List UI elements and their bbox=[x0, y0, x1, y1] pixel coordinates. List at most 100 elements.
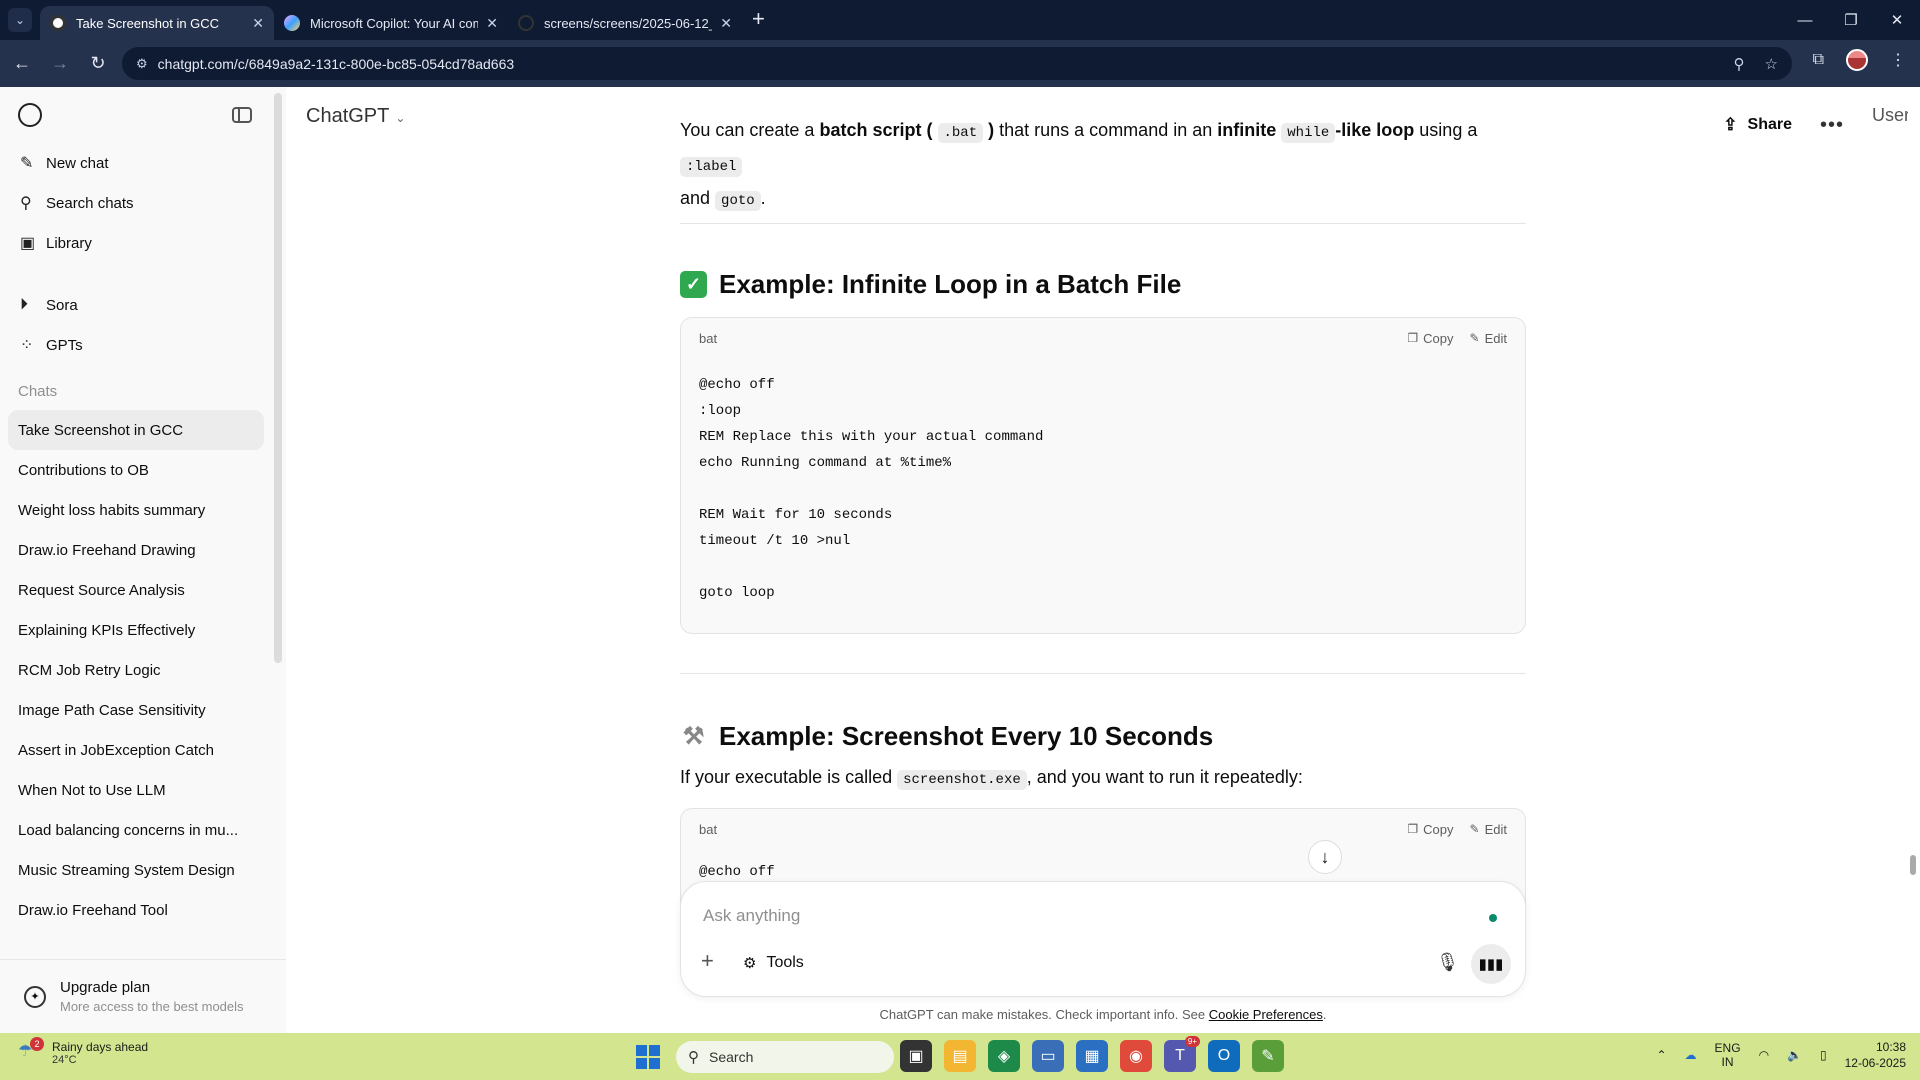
tab-title: Take Screenshot in GCC bbox=[76, 15, 220, 31]
code-line: REM Replace this with your actual comman… bbox=[699, 429, 1044, 445]
edit-code-button[interactable]: ✎ Edit bbox=[1470, 331, 1507, 346]
chatgpt-favicon-icon bbox=[50, 15, 66, 31]
chevron-up-icon[interactable]: ⌃ bbox=[1656, 1048, 1666, 1062]
chat-history-item[interactable]: Draw.io Freehand Drawing bbox=[8, 530, 264, 570]
intro-paragraph: You can create a batch script ( .bat ) t… bbox=[680, 120, 1478, 211]
tab-title: screens/screens/2025-06-12_0 bbox=[544, 15, 713, 31]
chrome-icon[interactable]: ◉ bbox=[1120, 1040, 1152, 1072]
reload-icon[interactable]: ↻ bbox=[82, 48, 114, 80]
sidebar-scrollbar[interactable] bbox=[274, 93, 282, 663]
divider bbox=[680, 673, 1526, 674]
scroll-to-bottom-button[interactable]: ↓ bbox=[1308, 840, 1342, 874]
language-indicator[interactable]: ENG IN bbox=[1715, 1041, 1741, 1069]
microphone-icon[interactable]: 🎙 bbox=[1436, 952, 1459, 973]
new-tab-icon[interactable]: + bbox=[752, 6, 765, 32]
site-info-icon[interactable]: ⚙ bbox=[136, 56, 148, 72]
close-window-icon[interactable]: ✕ bbox=[1874, 0, 1920, 40]
model-selector[interactable]: ChatGPT ⌄ bbox=[306, 105, 405, 128]
more-options-icon[interactable]: ••• bbox=[1820, 114, 1844, 137]
sidebar-item-library[interactable]: ▣ Library bbox=[0, 223, 286, 263]
bookmark-star-icon[interactable]: ☆ bbox=[1765, 55, 1778, 73]
sidebar-item-label: GPTs bbox=[46, 336, 83, 354]
extensions-icon[interactable]: ⧉ bbox=[1813, 51, 1824, 69]
chat-history-item[interactable]: Draw.io Freehand Tool bbox=[8, 890, 264, 930]
zoom-icon[interactable]: ⚲ bbox=[1734, 55, 1745, 73]
forward-icon[interactable]: → bbox=[44, 48, 76, 80]
close-tab-icon[interactable]: ✕ bbox=[252, 15, 264, 32]
wifi-icon[interactable]: ◠ bbox=[1759, 1048, 1769, 1062]
clock[interactable]: 10:38 12-06-2025 bbox=[1845, 1039, 1906, 1071]
chat-history-item[interactable]: Request Source Analysis bbox=[8, 570, 264, 610]
tab-search-dropdown-button[interactable]: ⌄ bbox=[8, 8, 32, 32]
chat-history-item[interactable]: Image Path Case Sensitivity bbox=[8, 690, 264, 730]
message-composer[interactable]: Ask anything + ⚙ Tools 🎙 ▮▮▮ bbox=[680, 881, 1526, 997]
file-explorer-icon[interactable]: ▤ bbox=[944, 1040, 976, 1072]
onedrive-cloud-icon[interactable]: ☁ bbox=[1685, 1048, 1697, 1062]
task-view-icon[interactable]: ▣ bbox=[900, 1040, 932, 1072]
chat-history-item[interactable]: Load balancing concerns in mu... bbox=[8, 810, 264, 850]
notepad-app-icon[interactable]: ✎ bbox=[1252, 1040, 1284, 1072]
sidebar-item-label: Sora bbox=[46, 296, 78, 314]
weather-widget[interactable]: ☂ 2 Rainy days ahead 24°C bbox=[18, 1037, 148, 1066]
add-attachment-icon[interactable]: + bbox=[701, 948, 714, 974]
teams-icon[interactable]: T 9+ bbox=[1164, 1036, 1200, 1072]
sidebar-item-gpts[interactable]: ⁘ GPTs bbox=[0, 325, 286, 365]
store-icon[interactable]: ◈ bbox=[988, 1040, 1020, 1072]
copy-icon: ❐ bbox=[1407, 822, 1419, 836]
prompt-input[interactable]: Ask anything bbox=[703, 906, 800, 926]
browser-tab-copilot[interactable]: Microsoft Copilot: Your AI comp ✕ bbox=[274, 6, 508, 40]
chat-history-item[interactable]: Assert in JobException Catch bbox=[8, 730, 264, 770]
profile-avatar[interactable] bbox=[1846, 49, 1868, 71]
copy-code-button[interactable]: ❐ Copy bbox=[1407, 331, 1453, 346]
upgrade-subtitle: More access to the best models bbox=[60, 999, 244, 1014]
outlook-icon[interactable]: O bbox=[1208, 1040, 1240, 1072]
window-app-icon[interactable]: ▭ bbox=[1032, 1040, 1064, 1072]
openai-logo-icon[interactable] bbox=[18, 103, 42, 127]
chat-history-item[interactable]: Weight loss habits summary bbox=[8, 490, 264, 530]
library-icon: ▣ bbox=[20, 235, 36, 252]
desktop-app-icon[interactable]: ▦ bbox=[1076, 1040, 1108, 1072]
sidebar-item-label: New chat bbox=[46, 154, 109, 172]
chat-history-item[interactable]: Contributions to OB bbox=[8, 450, 264, 490]
page-scrollbar[interactable] bbox=[1906, 87, 1920, 1033]
tab-title: Microsoft Copilot: Your AI comp bbox=[310, 15, 479, 31]
back-icon[interactable]: ← bbox=[6, 48, 38, 80]
address-bar[interactable]: ⚙ chatgpt.com/c/6849a9a2-131c-800e-bc85-… bbox=[122, 47, 1792, 80]
edit-code-button[interactable]: ✎ Edit bbox=[1470, 822, 1507, 837]
restore-icon[interactable]: ❐ bbox=[1828, 0, 1874, 40]
conversation-main: ChatGPT ⌄ ⇪ Share ••• User You can create… bbox=[286, 87, 1920, 1033]
close-tab-icon[interactable]: ✕ bbox=[720, 15, 732, 32]
sidebar-item-sora[interactable]: ⏵ Sora bbox=[0, 285, 286, 325]
volume-icon[interactable]: 🔈 bbox=[1787, 1048, 1802, 1062]
chat-history-item[interactable]: RCM Job Retry Logic bbox=[8, 650, 264, 690]
toggle-sidebar-icon[interactable] bbox=[232, 107, 252, 123]
upgrade-plan-button[interactable]: ✦ Upgrade plan More access to the best m… bbox=[0, 959, 286, 1033]
copilot-favicon-icon bbox=[284, 15, 300, 31]
browser-menu-icon[interactable]: ⋮ bbox=[1890, 50, 1906, 70]
divider bbox=[680, 223, 1526, 224]
voice-mode-button[interactable]: ▮▮▮ bbox=[1471, 944, 1511, 984]
chat-history-item[interactable]: Explaining KPIs Effectively bbox=[8, 610, 264, 650]
browser-tab-chatgpt[interactable]: Take Screenshot in GCC ✕ bbox=[40, 6, 274, 40]
close-tab-icon[interactable]: ✕ bbox=[486, 15, 498, 32]
arrow-down-icon: ↓ bbox=[1320, 846, 1330, 867]
taskbar-search[interactable]: ⚲ Search bbox=[676, 1041, 894, 1073]
minimize-icon[interactable]: — bbox=[1782, 0, 1828, 40]
windows-start-icon[interactable] bbox=[636, 1045, 660, 1069]
chat-history-item[interactable]: Music Streaming System Design bbox=[8, 850, 264, 890]
share-button[interactable]: ⇪ Share bbox=[1723, 115, 1792, 135]
battery-icon[interactable]: ▯ bbox=[1820, 1048, 1827, 1062]
sidebar-item-new-chat[interactable]: ✎ New chat bbox=[0, 143, 286, 183]
cookie-preferences-link[interactable]: Cookie Preferences bbox=[1209, 1007, 1323, 1022]
chat-history-item[interactable]: Take Screenshot in GCC bbox=[8, 410, 264, 450]
sidebar-item-search-chats[interactable]: ⚲ Search chats bbox=[0, 183, 286, 223]
code-line: :loop bbox=[699, 403, 742, 419]
pencil-icon: ✎ bbox=[1469, 822, 1480, 836]
browser-tab-github[interactable]: screens/screens/2025-06-12_0 ✕ bbox=[508, 6, 742, 40]
copy-code-button[interactable]: ❐ Copy bbox=[1407, 822, 1453, 837]
section-heading: ✓ Example: Infinite Loop in a Batch File bbox=[680, 269, 1181, 300]
tools-button[interactable]: ⚙ Tools bbox=[743, 954, 804, 972]
user-avatar-image[interactable]: User bbox=[1872, 105, 1908, 145]
chat-history-item[interactable]: When Not to Use LLM bbox=[8, 770, 264, 810]
